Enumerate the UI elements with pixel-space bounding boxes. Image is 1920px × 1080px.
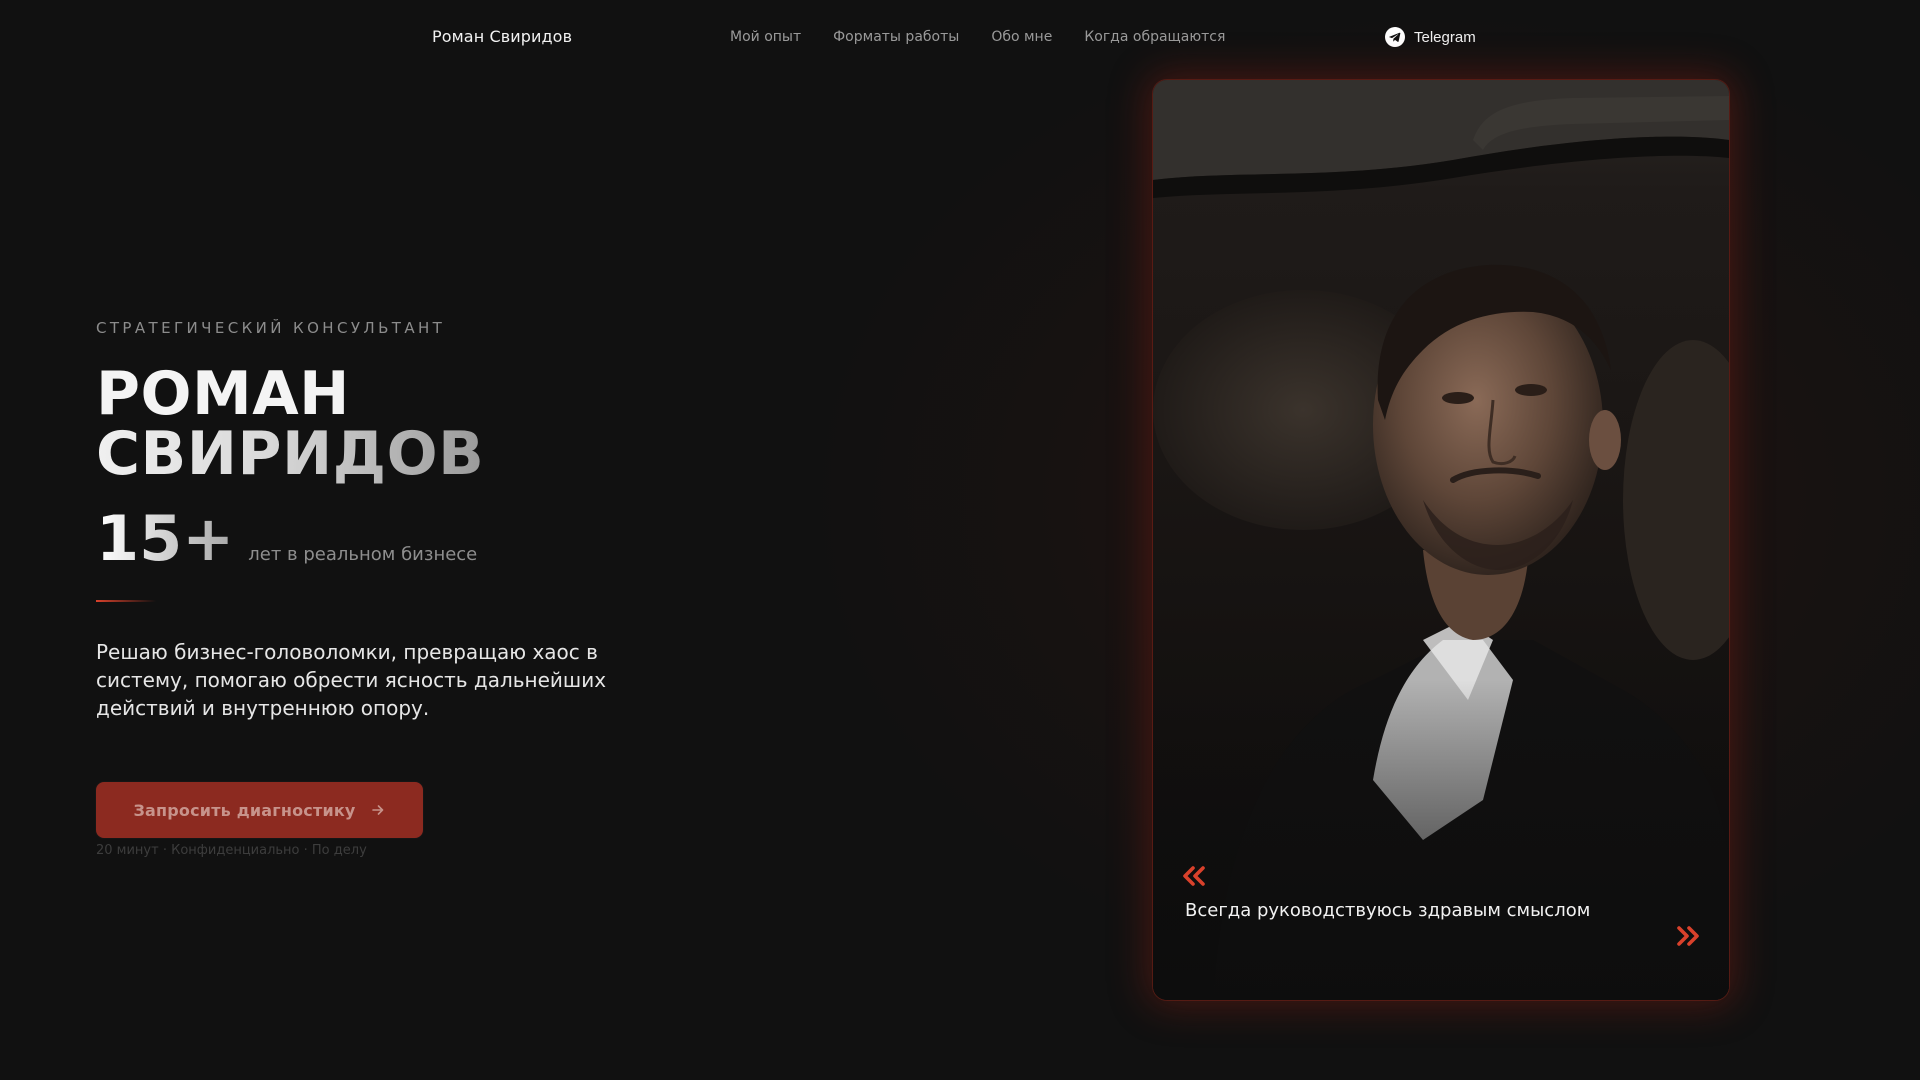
accent-divider	[96, 600, 156, 602]
experience-years-value: 15+	[96, 502, 235, 575]
hero-title-last-name: СВИРИДОВ	[96, 419, 485, 489]
nav-item-about[interactable]: Обо мне	[991, 29, 1052, 45]
quote-text: Всегда руководствуюсь здравым смыслом	[1185, 900, 1591, 921]
experience-stat: 15+ лет в реальном бизнесе	[96, 504, 477, 574]
double-chevron-right-icon	[1677, 926, 1699, 946]
hero-eyebrow: СТРАТЕГИЧЕСКИЙ КОНСУЛЬТАНТ	[96, 319, 446, 337]
request-diagnostics-label: Запросить диагностику	[133, 800, 356, 820]
nav-item-when-to-contact[interactable]: Когда обращаются	[1084, 29, 1225, 45]
brand-name[interactable]: Роман Свиридов	[432, 27, 572, 46]
portrait-photo	[1153, 80, 1729, 1000]
top-navigation: Роман Свиридов Мой опыт Форматы работы О…	[0, 0, 1920, 76]
nav-links: Мой опыт Форматы работы Обо мне Когда об…	[730, 29, 1225, 45]
telegram-link[interactable]: Telegram	[1385, 27, 1476, 47]
request-diagnostics-button[interactable]: Запросить диагностику	[96, 782, 423, 838]
hero-title: РОМАН СВИРИДОВ	[96, 364, 484, 484]
double-chevron-left-icon	[1183, 866, 1205, 886]
landing-page: Роман Свиридов Мой опыт Форматы работы О…	[0, 0, 1920, 1080]
hero-title-first-name: РОМАН	[96, 359, 350, 429]
portrait-card: Всегда руководствуюсь здравым смыслом	[1153, 80, 1729, 1000]
nav-item-formats[interactable]: Форматы работы	[833, 29, 959, 45]
arrow-right-icon	[371, 805, 383, 815]
nav-item-experience[interactable]: Мой опыт	[730, 29, 801, 45]
hero-description: Решаю бизнес-головоломки, превращаю хаос…	[96, 640, 607, 720]
cta-note: 20 минут · Конфиденциально · По делу	[96, 843, 367, 858]
experience-years-label: лет в реальном бизнесе	[248, 544, 478, 565]
telegram-icon	[1385, 27, 1405, 47]
telegram-label: Telegram	[1414, 28, 1476, 46]
